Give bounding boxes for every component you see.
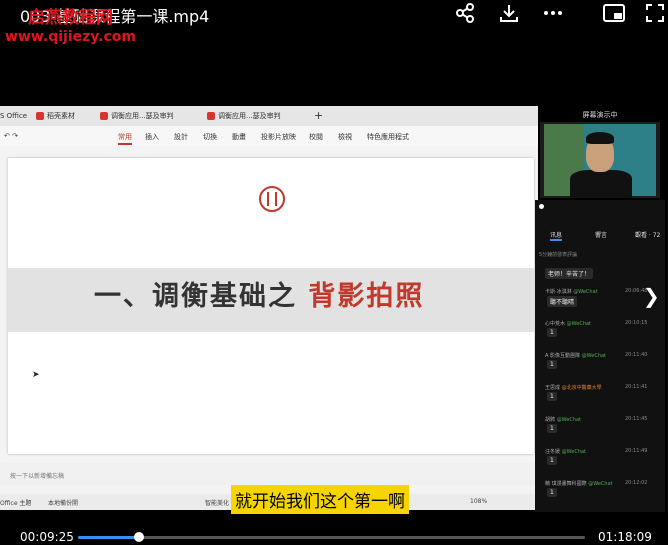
ribbon-tab-home[interactable]: 常用 [118,132,132,142]
notes-pane[interactable]: 按一下以新增備忘稿 [0,463,538,485]
tab-doc-1[interactable]: 调衡应用...瑟及审判 [100,109,174,123]
chat-username: 胡騁 @WeChat [545,417,582,423]
picture-in-picture-icon[interactable] [601,2,627,28]
total-time: 01:18:09 [598,530,652,544]
chat-message-text: 聽不聽晴 [547,296,578,307]
chat-time: 20:12:02 [625,480,648,486]
webcam-overlay: 屏幕演示中 [540,108,660,198]
new-tab-icon[interactable]: + [314,109,323,123]
active-tab-indicator [118,143,132,145]
presenter-hair [586,132,614,144]
ribbon-tab-features[interactable]: 特色應用程式 [367,132,409,142]
slide-title: 一、调衡基础之 背影拍照 [94,274,424,313]
chat-tab-viewers[interactable]: 觀看 · 72 [635,230,660,239]
seal-logo-icon [259,186,285,212]
chat-message: 汪冬媛 @WeChat 20:11:49 1 [539,448,661,466]
slide-title-accent: 背影拍照 [308,281,425,312]
share-icon[interactable] [452,2,478,28]
chat-message: 精 琪漫畫舞科國際 @WeChat 20:12:02 1 [539,480,661,498]
webcam-label: 屏幕演示中 [540,108,660,122]
chat-tab-comments[interactable]: 響言 [595,230,607,239]
chat-message-text: 1 [547,392,557,401]
chat-message-text: 1 [547,360,557,369]
ribbon-tab-transition[interactable]: 切換 [203,132,217,142]
chat-tab-messages[interactable]: 讯息 [550,230,562,239]
slide-canvas[interactable]: 一、调衡基础之 背影拍照 ➤ [8,158,534,454]
doc-icon [36,112,44,120]
seal-logo-inner [267,192,277,206]
more-icon[interactable] [540,2,566,28]
chat-panel: 讯息 響言 觀看 · 72 5分鐘前發表評論 老师！辛苦了！ 卡斯·冰淇淋 @W… [535,200,665,512]
tab-label: 稻壳素材 [47,112,75,120]
chat-username: 心中荒木 @WeChat [545,321,592,327]
subtitle-caption: 就开始我们这个第一啊 [231,485,409,514]
watermark-text: 启燕教程网 [28,8,113,28]
chevron-right-icon[interactable]: ❯ [643,284,660,308]
chat-username: 汪冬媛 @WeChat [545,449,587,455]
ribbon-menu: ↶ ↷ 常用 插入 設計 切換 動畫 投影片放映 校閱 檢視 特色應用程式 [0,126,538,146]
undo-icon[interactable]: ↶ ↷ [4,132,18,140]
chat-message: 心中荒木 @WeChat 20:10:15 1 [539,320,661,338]
ribbon-tab-design[interactable]: 設計 [174,132,188,142]
ribbon-tab-insert[interactable]: 插入 [145,132,159,142]
download-icon[interactable] [496,2,522,28]
chat-username: 精 琪漫畫舞科國際 @WeChat [545,481,613,487]
presentation-app: S Office 稻壳素材 调衡应用...瑟及审判 调衡应用...瑟及审判 + … [0,106,538,510]
tab-office[interactable]: S Office [0,109,27,123]
chat-username: 王思成 @北京中醫藥大學 [545,385,602,391]
progress-knob[interactable] [133,532,144,542]
chat-message-text: 1 [547,456,557,465]
tab-docer[interactable]: 稻壳素材 [36,109,75,123]
theme-status: Office 主題 [0,500,32,507]
ppt-icon [207,112,215,120]
chat-time: 20:11:41 [625,384,648,390]
progress-track[interactable] [78,536,585,539]
chat-message: 王思成 @北京中醫藥大學 20:11:41 1 [539,384,661,402]
tab-strip: S Office 稻壳素材 调衡应用...瑟及审判 调衡应用...瑟及审判 + [0,106,538,126]
presenter-body [570,170,632,198]
tab-label: 调衡应用...瑟及审判 [218,112,281,120]
ppt-icon [100,112,108,120]
chat-message-text: 1 [547,424,557,433]
current-time: 00:09:25 [20,530,74,544]
tab-doc-2[interactable]: 调衡应用...瑟及审判 [207,109,281,123]
chat-username: 卡斯·冰淇淋 @WeChat [545,289,598,295]
chat-tab-indicator [550,239,562,241]
chat-message-text: 老师！辛苦了！ [545,268,594,279]
live-dot-icon [539,204,544,209]
ribbon-tab-review[interactable]: 校閱 [309,132,323,142]
slide-title-main: 一、调衡基础之 [94,281,297,312]
fullscreen-icon[interactable] [642,2,668,28]
chat-time: 20:11:45 [625,416,648,422]
chat-username: A 影像互動團隊 @WeChat [545,353,607,359]
chat-time: 20:11:49 [625,448,648,454]
chat-message: A 影像互動團隊 @WeChat 20:11:40 1 [539,352,661,370]
ribbon-tab-slideshow[interactable]: 投影片放映 [261,132,296,142]
chat-time: 20:10:15 [625,320,648,326]
chat-message: 胡騁 @WeChat 20:11:45 1 [539,416,661,434]
progress-played [78,536,139,539]
chat-message-text: 1 [547,328,557,337]
chat-time: 20:11:40 [625,352,648,358]
watermark-url: www.qijiezy.com [5,29,136,45]
chat-count-label: 5分鐘前發表評論 [539,252,578,258]
zoom-level[interactable]: 108% [470,498,487,505]
mouse-cursor-icon: ➤ [32,370,40,380]
tab-label: 调衡应用...瑟及审判 [111,112,174,120]
notes-placeholder: 按一下以新增備忘稿 [10,473,65,480]
smart-beautify-button[interactable]: 智能美化 [205,498,229,507]
backup-status[interactable]: 本地備份開 [48,498,78,507]
chat-message-text: 1 [547,488,557,497]
ribbon-tab-view[interactable]: 檢視 [338,132,352,142]
ribbon-tab-animation[interactable]: 動畫 [232,132,246,142]
